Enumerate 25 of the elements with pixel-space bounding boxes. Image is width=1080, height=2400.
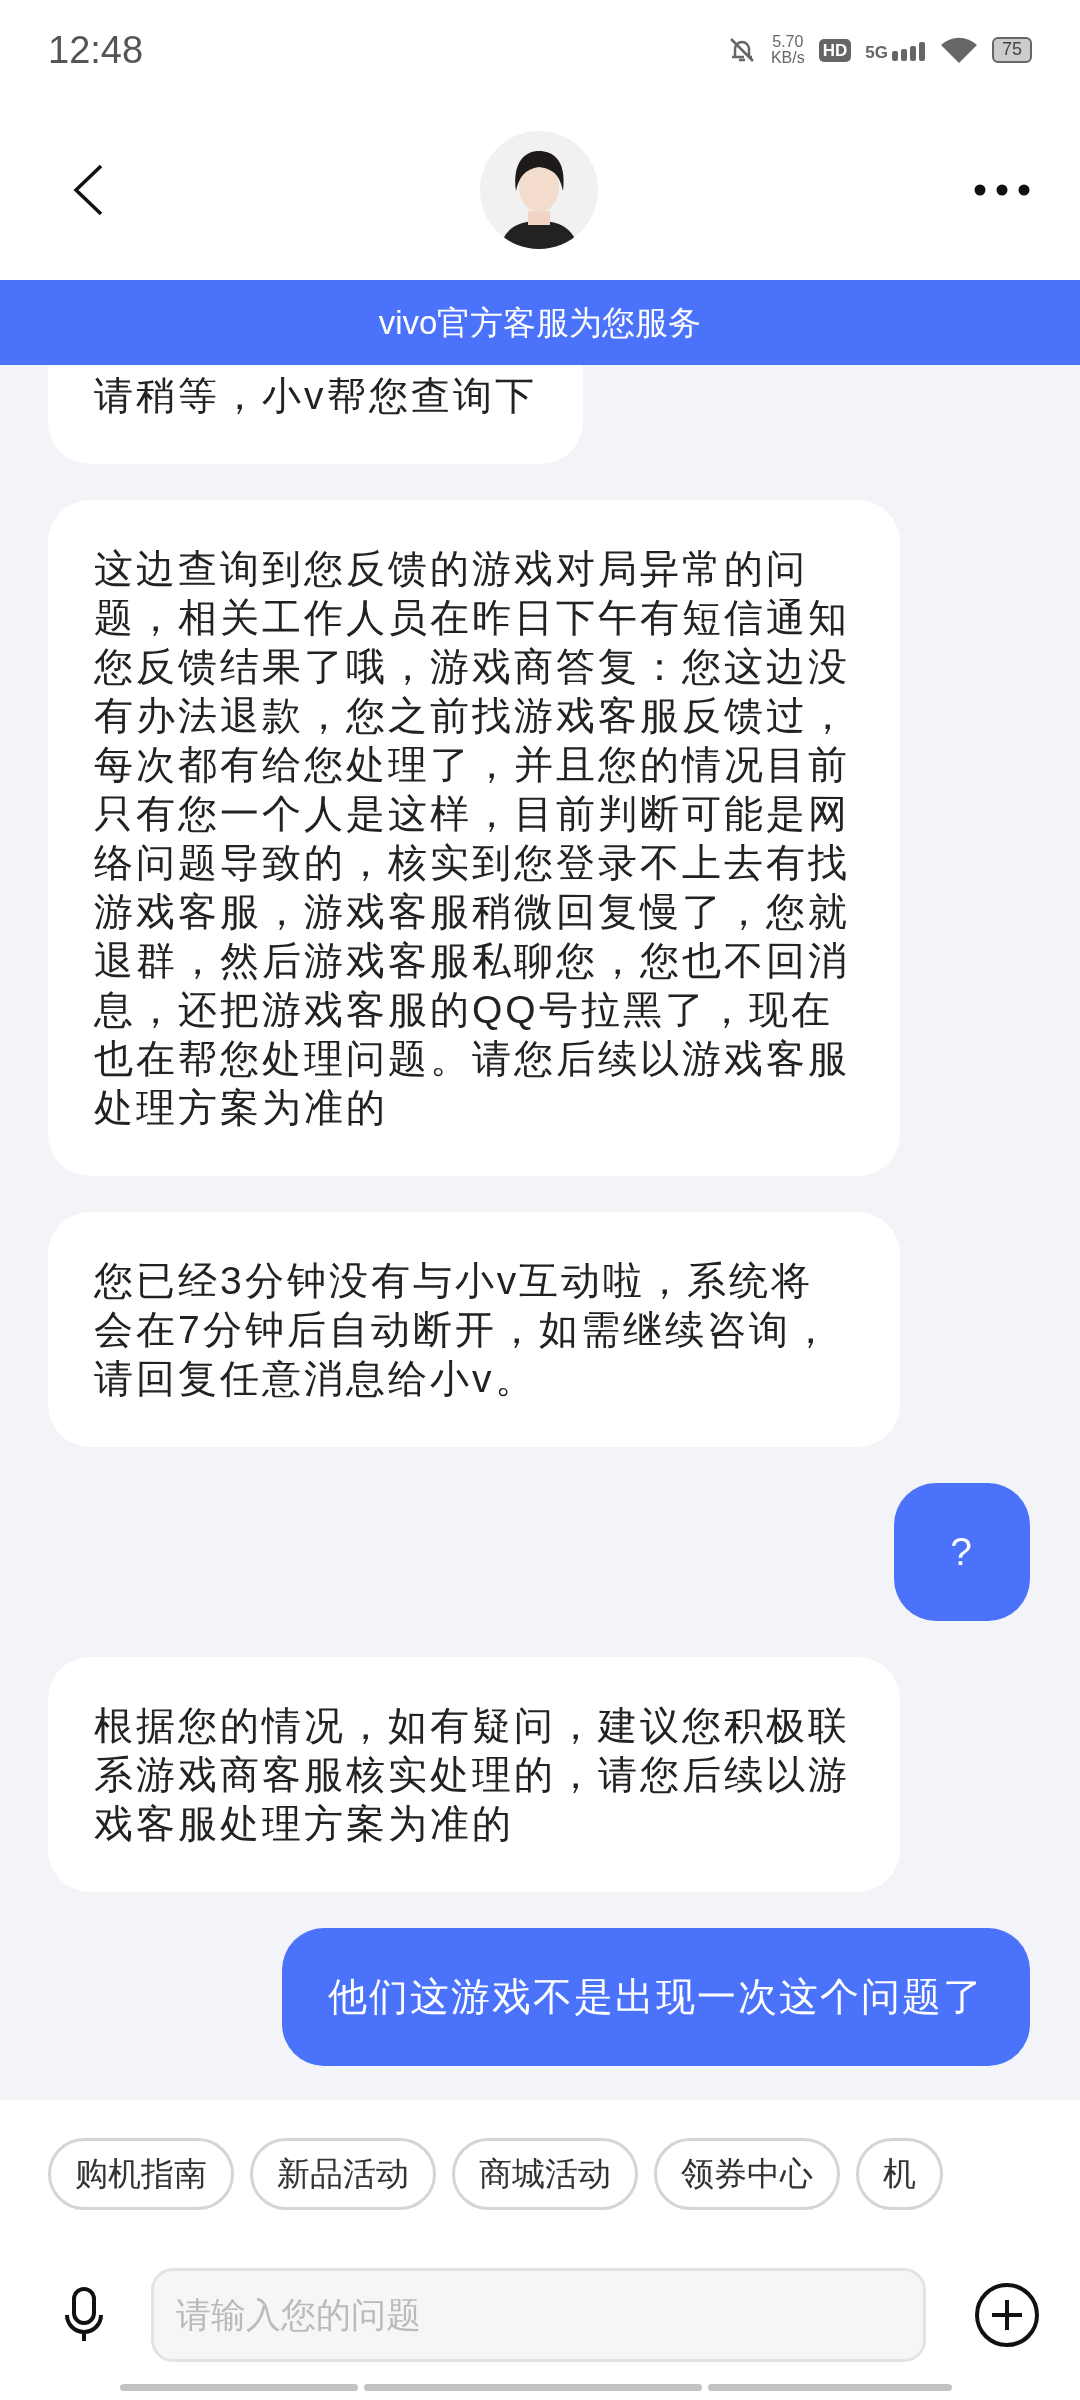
quick-reply-chip[interactable]: 商城活动 <box>452 2138 638 2210</box>
status-time: 12:48 <box>48 27 144 73</box>
message-input[interactable]: 请输入您的问题 <box>151 2267 926 2362</box>
battery-indicator: 75 <box>991 37 1032 63</box>
speed-unit: KB/s <box>770 50 805 66</box>
user-message: 他们这游戏不是出现一次这个问题了 <box>282 1928 1030 2066</box>
quick-reply-chip[interactable]: 机 <box>856 2138 943 2210</box>
agent-message: 您已经3分钟没有与小v互动啦，系统将会在7分钟后自动断开，如需继续咨询，请回复任意消息给小v。 <box>48 1212 900 1447</box>
more-icon[interactable] <box>974 184 1030 196</box>
user-message: ? <box>894 1483 1030 1621</box>
speed-value: 5.70 <box>772 34 804 50</box>
agent-message: 这边查询到您反馈的游戏对局异常的问题，相关工作人员在昨日下午有短信通知您反馈结果了哦，游戏商答复：您这边没有办法退款，您之前找游戏客服反馈过，每次都有给您处理了，并且您的情况目前只有您一个人是这样，目前判断可能是网络问题导致的，核实到您登录不上去有找游戏客服，游戏客服稍微回复慢了，您就退群，然后游戏客服私聊您，您也不回消息，还把游戏客服的QQ号拉黑了，现在也在帮您处理问题。请您后续以游戏客服处理方案为准的 <box>48 500 900 1176</box>
quick-reply-chip[interactable]: 领券中心 <box>654 2138 840 2210</box>
quick-reply-chip[interactable]: 购机指南 <box>48 2138 234 2210</box>
agent-message: 根据您的情况，如有疑问，建议您积极联系游戏商客服核实处理的，请您后续以游戏客服处理方案为准的 <box>48 1657 900 1892</box>
service-banner: vivo官方客服为您服务 <box>0 280 1080 365</box>
microphone-icon[interactable] <box>65 2286 103 2343</box>
network-type: 5G <box>865 44 888 61</box>
signal-icon <box>891 39 926 61</box>
agent-message: 请稍等，小v帮您查询下 <box>48 365 583 464</box>
quick-reply-chip[interactable]: 新品活动 <box>250 2138 436 2210</box>
wifi-icon <box>939 35 978 65</box>
add-icon[interactable] <box>974 2281 1040 2348</box>
hd-indicator: HD <box>818 38 852 62</box>
back-icon[interactable] <box>72 164 104 216</box>
